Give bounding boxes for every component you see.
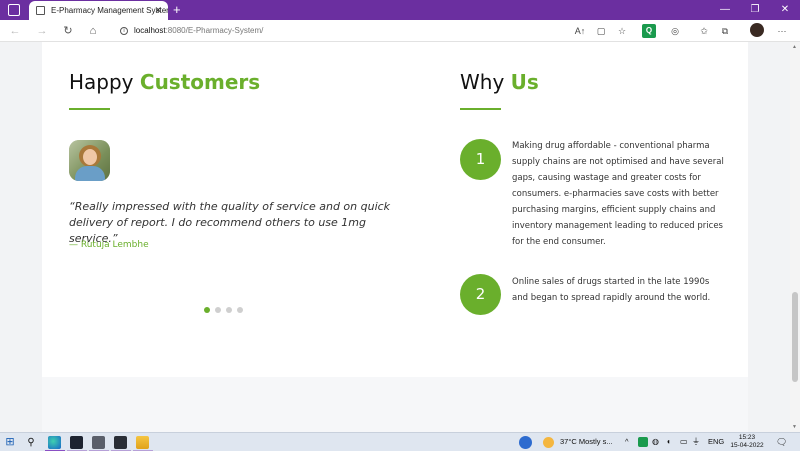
tray-app-icon[interactable]: [638, 437, 648, 447]
scroll-up-arrow-icon[interactable]: ▲: [792, 44, 797, 50]
heading-underline: [69, 108, 110, 110]
minimize-button[interactable]: —: [710, 0, 740, 20]
app-available-icon[interactable]: ▢: [594, 24, 608, 38]
next-section: [42, 377, 748, 432]
help-icon[interactable]: [519, 436, 532, 449]
browser-tab[interactable]: E-Pharmacy Management System ✕: [29, 1, 168, 20]
reason-number-badge: 1: [460, 139, 501, 180]
tab-title: E-Pharmacy Management System: [51, 6, 168, 15]
address-bar[interactable]: i localhost:8080/E-Pharmacy-System/: [112, 22, 640, 40]
search-icon[interactable]: ⚲: [24, 436, 38, 449]
back-button[interactable]: ←: [6, 22, 24, 40]
clock-time: 15:23: [738, 434, 756, 441]
reload-button[interactable]: ↻: [59, 22, 77, 40]
power-plug-icon[interactable]: ⏚: [692, 435, 700, 449]
happy-customers-heading: Happy Customers: [69, 70, 261, 94]
url-path: :8080/E-Pharmacy-System/: [165, 26, 264, 35]
weather-icon: [543, 437, 554, 448]
favorites-icon[interactable]: ✩: [697, 24, 711, 38]
clock-date: 15-04-2022: [730, 442, 764, 449]
heading-underline: [460, 108, 501, 110]
home-button[interactable]: ⌂: [84, 22, 102, 40]
system-clock[interactable]: 15:23 15-04-2022: [727, 434, 767, 450]
page-favicon-icon: [36, 6, 45, 15]
collections-icon[interactable]: ⧉: [718, 24, 732, 38]
carousel-dot[interactable]: [226, 307, 232, 313]
browser-toolbar: ← → ↻ ⌂ i localhost:8080/E-Pharmacy-Syst…: [0, 20, 800, 42]
file-explorer-icon[interactable]: [136, 436, 149, 449]
restore-button[interactable]: ❐: [740, 0, 770, 20]
notifications-icon[interactable]: 🗨: [776, 435, 787, 449]
extension-icon[interactable]: Q: [642, 24, 656, 38]
close-window-button[interactable]: ✕: [770, 0, 800, 20]
new-tab-button[interactable]: +: [173, 0, 181, 19]
reason-text: Making drug affordable - conventional ph…: [512, 141, 724, 247]
start-button[interactable]: ⊞: [3, 436, 17, 449]
carousel-dot[interactable]: [237, 307, 243, 313]
page-scrollbar[interactable]: ▲ ▼: [790, 42, 800, 432]
scroll-down-arrow-icon[interactable]: ▼: [792, 424, 797, 430]
reason-text: Online sales of drugs started in the lat…: [512, 277, 711, 303]
page-viewport: Happy Customers Why Us “Really impressed…: [0, 42, 790, 432]
browser-title-bar: E-Pharmacy Management System ✕ + — ❐ ✕: [0, 0, 800, 20]
network-icon[interactable]: ◍: [652, 435, 659, 449]
console-app-icon[interactable]: [114, 436, 127, 449]
windows-taskbar: ⊞ ⚲ 37°C Mostly s... ^ ◍ ◖ ▭ ⏚ ENG 15:23…: [0, 432, 800, 451]
language-indicator[interactable]: ENG: [708, 435, 724, 449]
tray-overflow-icon[interactable]: ^: [625, 435, 629, 449]
forward-button[interactable]: →: [33, 22, 51, 40]
tab-actions-icon[interactable]: [8, 4, 20, 16]
reason-number-badge: 2: [460, 274, 501, 315]
more-menu-icon[interactable]: ···: [775, 24, 789, 38]
url-host: localhost: [134, 26, 166, 35]
battery-icon[interactable]: ▭: [680, 435, 688, 449]
terminal-app-icon[interactable]: [70, 436, 83, 449]
edge-app-icon[interactable]: [48, 436, 61, 449]
scrollbar-thumb[interactable]: [792, 292, 798, 382]
profile-avatar[interactable]: [750, 23, 764, 37]
carousel-dot[interactable]: [204, 307, 210, 313]
favorite-star-icon[interactable]: ☆: [615, 24, 629, 38]
why-us-heading: Why Us: [460, 70, 539, 94]
testimonial-author: — Rutuja Lembhe: [69, 240, 149, 250]
site-info-icon[interactable]: i: [120, 27, 128, 35]
customer-avatar: [69, 140, 110, 181]
volume-icon[interactable]: ◖: [666, 435, 671, 449]
weather-text[interactable]: 37°C Mostly s...: [560, 435, 613, 449]
read-aloud-icon[interactable]: A↑: [573, 24, 587, 38]
tab-close-icon[interactable]: ✕: [154, 1, 162, 20]
carousel-dot[interactable]: [215, 307, 221, 313]
app-icon[interactable]: [92, 436, 105, 449]
extension-refresh-icon[interactable]: ◎: [668, 24, 682, 38]
